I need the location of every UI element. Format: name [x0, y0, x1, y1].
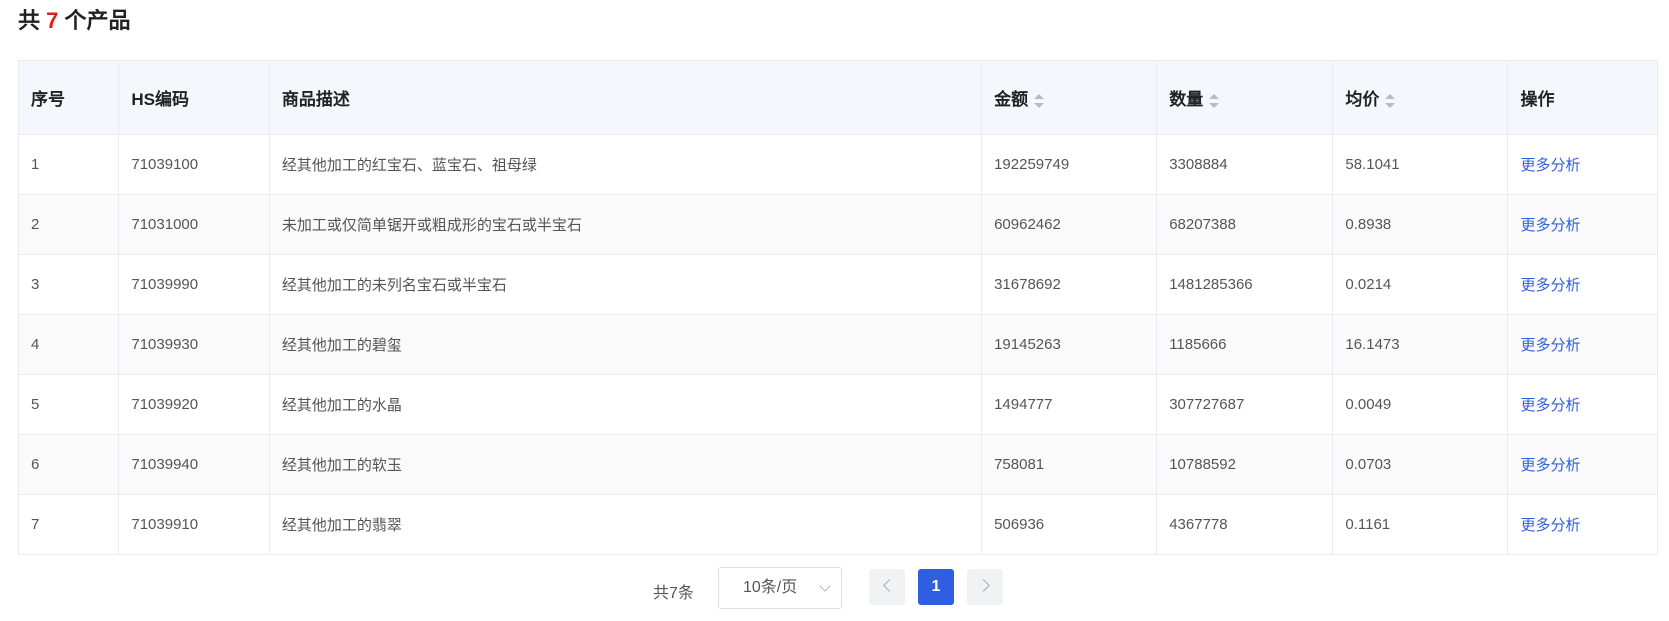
cell-avg-price: 58.1041 — [1332, 134, 1509, 195]
cell-amount: 31678692 — [981, 254, 1158, 315]
page-size-select[interactable]: 10条/页 — [718, 567, 842, 609]
cell-quantity: 307727687 — [1156, 374, 1334, 435]
cell-quantity: 68207388 — [1156, 194, 1334, 255]
more-analysis-link[interactable]: 更多分析 — [1520, 277, 1580, 294]
col-header-hs-code: HS编码 — [118, 60, 270, 135]
cell-description: 经其他加工的软玉 — [268, 434, 983, 495]
col-header-description: 商品描述 — [268, 60, 983, 135]
title-prefix: 共 — [18, 8, 41, 33]
pagination: 共7条 10条/页 1 — [0, 567, 1669, 611]
cell-index: 1 — [17, 134, 120, 195]
more-analysis-link[interactable]: 更多分析 — [1520, 157, 1580, 174]
table-row: 3 71039990 经其他加工的未列名宝石或半宝石 31678692 1481… — [17, 254, 1658, 315]
product-count: 7 — [46, 8, 59, 33]
more-analysis-link[interactable]: 更多分析 — [1520, 457, 1580, 474]
cell-action: 更多分析 — [1507, 254, 1658, 315]
page-size-value: 10条/页 — [743, 579, 798, 596]
cell-action: 更多分析 — [1507, 314, 1658, 375]
cell-index: 2 — [17, 194, 120, 255]
more-analysis-link[interactable]: 更多分析 — [1520, 217, 1580, 234]
cell-amount: 758081 — [981, 434, 1158, 495]
cell-index: 4 — [17, 314, 120, 375]
cell-action: 更多分析 — [1507, 374, 1658, 435]
sort-icon[interactable] — [1034, 93, 1045, 108]
table-header-row: 序号 HS编码 商品描述 金额 数量 均价 操作 — [17, 60, 1658, 135]
pagination-total: 共7条 — [653, 585, 694, 602]
cell-hs-code: 71039920 — [118, 374, 270, 435]
chevron-right-icon — [976, 579, 990, 593]
page-title: 共 7 个产品 — [18, 8, 131, 34]
col-header-action: 操作 — [1507, 60, 1658, 135]
table-row: 6 71039940 经其他加工的软玉 758081 10788592 0.07… — [17, 434, 1658, 495]
cell-hs-code: 71039930 — [118, 314, 270, 375]
cell-hs-code: 71039910 — [118, 494, 270, 555]
table-row: 5 71039920 经其他加工的水晶 1494777 307727687 0.… — [17, 374, 1658, 435]
cell-index: 7 — [17, 494, 120, 555]
cell-action: 更多分析 — [1507, 494, 1658, 555]
cell-quantity: 1185666 — [1156, 314, 1334, 375]
cell-avg-price: 0.0703 — [1332, 434, 1509, 495]
cell-description: 经其他加工的翡翠 — [268, 494, 983, 555]
sort-icon[interactable] — [1385, 93, 1396, 108]
table-row: 2 71031000 未加工或仅简单锯开或粗成形的宝石或半宝石 60962462… — [17, 194, 1658, 255]
chevron-down-icon — [819, 580, 831, 592]
cell-amount: 19145263 — [981, 314, 1158, 375]
col-header-avg-price[interactable]: 均价 — [1332, 60, 1509, 135]
cell-description: 经其他加工的碧玺 — [268, 314, 983, 375]
cell-avg-price: 16.1473 — [1332, 314, 1509, 375]
cell-description: 经其他加工的水晶 — [268, 374, 983, 435]
cell-hs-code: 71039990 — [118, 254, 270, 315]
cell-avg-price: 0.1161 — [1332, 494, 1509, 555]
cell-quantity: 4367778 — [1156, 494, 1334, 555]
cell-amount: 506936 — [981, 494, 1158, 555]
cell-description: 未加工或仅简单锯开或粗成形的宝石或半宝石 — [268, 194, 983, 255]
cell-action: 更多分析 — [1507, 434, 1658, 495]
sort-icon[interactable] — [1209, 93, 1220, 108]
more-analysis-link[interactable]: 更多分析 — [1520, 397, 1580, 414]
cell-index: 3 — [17, 254, 120, 315]
prev-page-button[interactable] — [869, 569, 905, 605]
cell-hs-code: 71039940 — [118, 434, 270, 495]
cell-hs-code: 71039100 — [118, 134, 270, 195]
next-page-button[interactable] — [967, 569, 1003, 605]
cell-action: 更多分析 — [1507, 194, 1658, 255]
cell-amount: 60962462 — [981, 194, 1158, 255]
chevron-left-icon — [882, 579, 896, 593]
cell-description: 经其他加工的红宝石、蓝宝石、祖母绿 — [268, 134, 983, 195]
table-row: 7 71039910 经其他加工的翡翠 506936 4367778 0.116… — [17, 494, 1658, 555]
col-header-index: 序号 — [17, 60, 120, 135]
cell-index: 5 — [17, 374, 120, 435]
cell-index: 6 — [17, 434, 120, 495]
cell-amount: 192259749 — [981, 134, 1158, 195]
table-row: 1 71039100 经其他加工的红宝石、蓝宝石、祖母绿 192259749 3… — [17, 134, 1658, 195]
more-analysis-link[interactable]: 更多分析 — [1520, 517, 1580, 534]
cell-action: 更多分析 — [1507, 134, 1658, 195]
title-suffix: 个产品 — [64, 8, 131, 33]
more-analysis-link[interactable]: 更多分析 — [1520, 337, 1580, 354]
cell-amount: 1494777 — [981, 374, 1158, 435]
cell-quantity: 1481285366 — [1156, 254, 1334, 315]
table-row: 4 71039930 经其他加工的碧玺 19145263 1185666 16.… — [17, 314, 1658, 375]
cell-avg-price: 0.8938 — [1332, 194, 1509, 255]
col-header-amount[interactable]: 金额 — [981, 60, 1158, 135]
cell-quantity: 3308884 — [1156, 134, 1334, 195]
cell-hs-code: 71031000 — [118, 194, 270, 255]
cell-avg-price: 0.0049 — [1332, 374, 1509, 435]
cell-description: 经其他加工的未列名宝石或半宝石 — [268, 254, 983, 315]
cell-quantity: 10788592 — [1156, 434, 1334, 495]
col-header-quantity[interactable]: 数量 — [1156, 60, 1334, 135]
page-number-current[interactable]: 1 — [918, 569, 954, 605]
cell-avg-price: 0.0214 — [1332, 254, 1509, 315]
product-table: 序号 HS编码 商品描述 金额 数量 均价 操作 1 71039100 经其他加… — [17, 60, 1658, 555]
